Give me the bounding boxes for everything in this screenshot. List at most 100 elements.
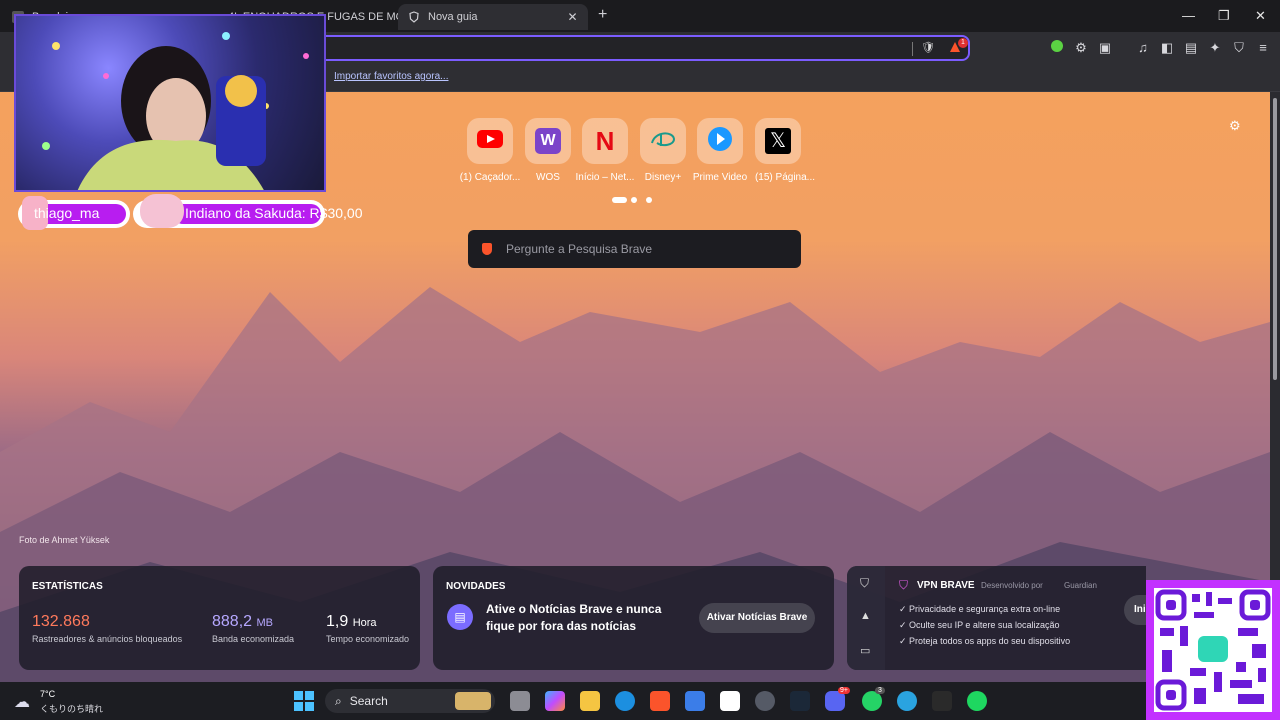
menu-icon[interactable]: ≡ [1255,40,1271,56]
top-site-prime-video[interactable] [697,118,743,164]
bandwidth-label: Banda economizada [212,634,295,644]
qr-code [1146,580,1280,720]
brave-icon[interactable] [650,691,670,711]
start-icon[interactable] [294,691,314,716]
screenshot-icon[interactable]: ▣ [1097,40,1113,56]
tab-nova-guia[interactable]: Nova guia ✕ [398,4,588,30]
time-label: Tempo economizado [326,634,410,644]
page-settings-icon[interactable]: ⚙ [1229,118,1241,134]
restore-button[interactable]: ❐ [1218,8,1230,24]
time-value: 1,9 [326,613,349,630]
activate-news-button[interactable]: Ativar Notícias Brave [699,603,815,633]
vpn-feature: ✓ Oculte seu IP e altere sua localização [899,620,1060,630]
pagination-dot[interactable] [646,197,652,203]
news-icon: ▤ [447,604,473,630]
close-tab-icon[interactable]: ✕ [568,10,578,24]
stats-title: ESTATÍSTICAS [32,581,103,592]
bandwidth-value: 888,2 [212,613,253,630]
vpn-feature-text: Privacidade e segurança extra on-line [909,604,1061,614]
telegram-icon[interactable] [897,691,917,711]
edge-icon[interactable] [615,691,635,711]
weather-icon[interactable]: ☁ [14,692,30,712]
top-site-youtube[interactable] [467,118,513,164]
brave-shields-icon[interactable]: 🛡 [921,41,935,54]
close-window-button[interactable]: ✕ [1255,8,1266,24]
vpn-start-button[interactable]: Ini [1124,595,1146,625]
search-icon: ⌕ [335,693,342,708]
vpn-partner: Guardian [1064,581,1097,590]
vpn-widget: ⛉ ▲ ▭ ⛉ VPN BRAVE Desenvolvido por Guard… [847,566,1146,670]
windows-taskbar: ☁ 7°C くもりのち晴れ ⌕ Search 9+ 3 [0,682,1146,720]
alert-message: Indiano da Sakuda: R$30,00 [185,205,363,221]
copilot-icon[interactable] [545,691,565,711]
search-highlight-icon [455,692,491,710]
discord-badge: 9+ [838,687,850,694]
pagination-dot-active[interactable] [612,197,627,203]
stats-widget: ESTATÍSTICAS 132.868 Rastreadores & anún… [19,566,420,670]
pagination-dot[interactable] [631,197,637,203]
media-icon[interactable]: ♫ [1135,40,1151,56]
trackers-label: Rastreadores & anúncios bloqueados [32,634,183,644]
import-bookmarks-link[interactable]: Importar favoritos agora... [334,71,449,82]
github-icon[interactable] [755,691,775,711]
top-site-disney[interactable] [640,118,686,164]
qr-code-image [1154,588,1272,712]
status-dot-icon[interactable] [1049,40,1065,56]
card-icon[interactable]: ▭ [860,644,870,657]
shield-icon[interactable]: ⛉ [860,576,869,591]
new-tab-button[interactable]: + [598,6,607,24]
taskbar-search-label: Search [349,694,388,708]
rewards-badge: 1 [958,38,968,48]
minimize-button[interactable]: — [1182,8,1195,23]
webcam-overlay [14,14,326,192]
tab-label: Nova guia [428,11,478,23]
news-widget: NOVIDADES ▤ Ative o Notícias Brave e nun… [433,566,834,670]
epic-games-icon[interactable] [932,691,952,711]
vpn-features: ✓ Privacidade e segurança extra on-line … [899,601,1070,649]
cake-icon [140,194,184,228]
sidebar-icon[interactable]: ◧ [1159,40,1175,56]
weather-temp: 7°C [40,689,56,699]
whatsapp-badge: 3 [875,687,885,694]
spotify-icon[interactable] [967,691,987,711]
task-view-icon[interactable] [510,691,530,711]
wallet-icon[interactable]: ▤ [1183,40,1199,56]
brave-search-box[interactable]: Pergunte a Pesquisa Brave [468,230,801,268]
vpn-feature-text: Proteja todos os apps do seu dispositivo [909,636,1071,646]
file-explorer-icon[interactable] [580,691,600,711]
extensions-icon[interactable]: ⚙ [1073,40,1089,56]
top-site-label: (15) Página... [754,172,816,183]
roblox-icon[interactable] [720,691,740,711]
alert-username: thiago_ma [34,205,100,221]
vpn-shield-icon: ⛉ [899,578,909,592]
rewards-triangle-icon[interactable]: ▲ [860,610,871,622]
top-site-x[interactable]: 𝕏 [755,118,801,164]
vpn-developer: Desenvolvido por [981,581,1043,590]
photo-credit[interactable]: Foto de Ahmet Yüksek [19,535,109,545]
vpn-feature: ✓ Privacidade e segurança extra on-line [899,604,1061,614]
disney-icon [649,129,677,154]
brave-lion-icon [482,243,492,255]
top-site-netflix[interactable]: N [582,118,628,164]
top-site-wos[interactable]: W [525,118,571,164]
streamer-webcam-image [42,32,309,190]
vpn-icon[interactable]: ⛉ [1231,40,1247,56]
microsoft-store-icon[interactable] [685,691,705,711]
vpn-feature-text: Oculte seu IP e altere sua localização [909,620,1060,630]
leo-ai-icon[interactable]: ✦ [1207,40,1223,56]
address-separator [912,42,913,56]
taskbar-search[interactable]: ⌕ Search [325,689,495,713]
scrollbar-thumb[interactable] [1273,98,1277,380]
vpn-feature: ✓ Proteja todos os apps do seu dispositi… [899,636,1071,646]
address-bar[interactable]: 🛡 1 [300,35,970,61]
wos-icon: W [535,128,561,154]
steam-icon[interactable] [790,691,810,711]
news-title: NOVIDADES [446,581,506,592]
bandwidth-unit: MB [256,617,274,629]
netflix-icon: N [595,125,615,156]
whatsapp-icon[interactable] [862,691,882,711]
trackers-value: 132.868 [32,613,90,630]
youtube-icon [477,129,503,153]
discord-icon[interactable] [825,691,845,711]
vpn-title: VPN BRAVE [917,580,975,591]
